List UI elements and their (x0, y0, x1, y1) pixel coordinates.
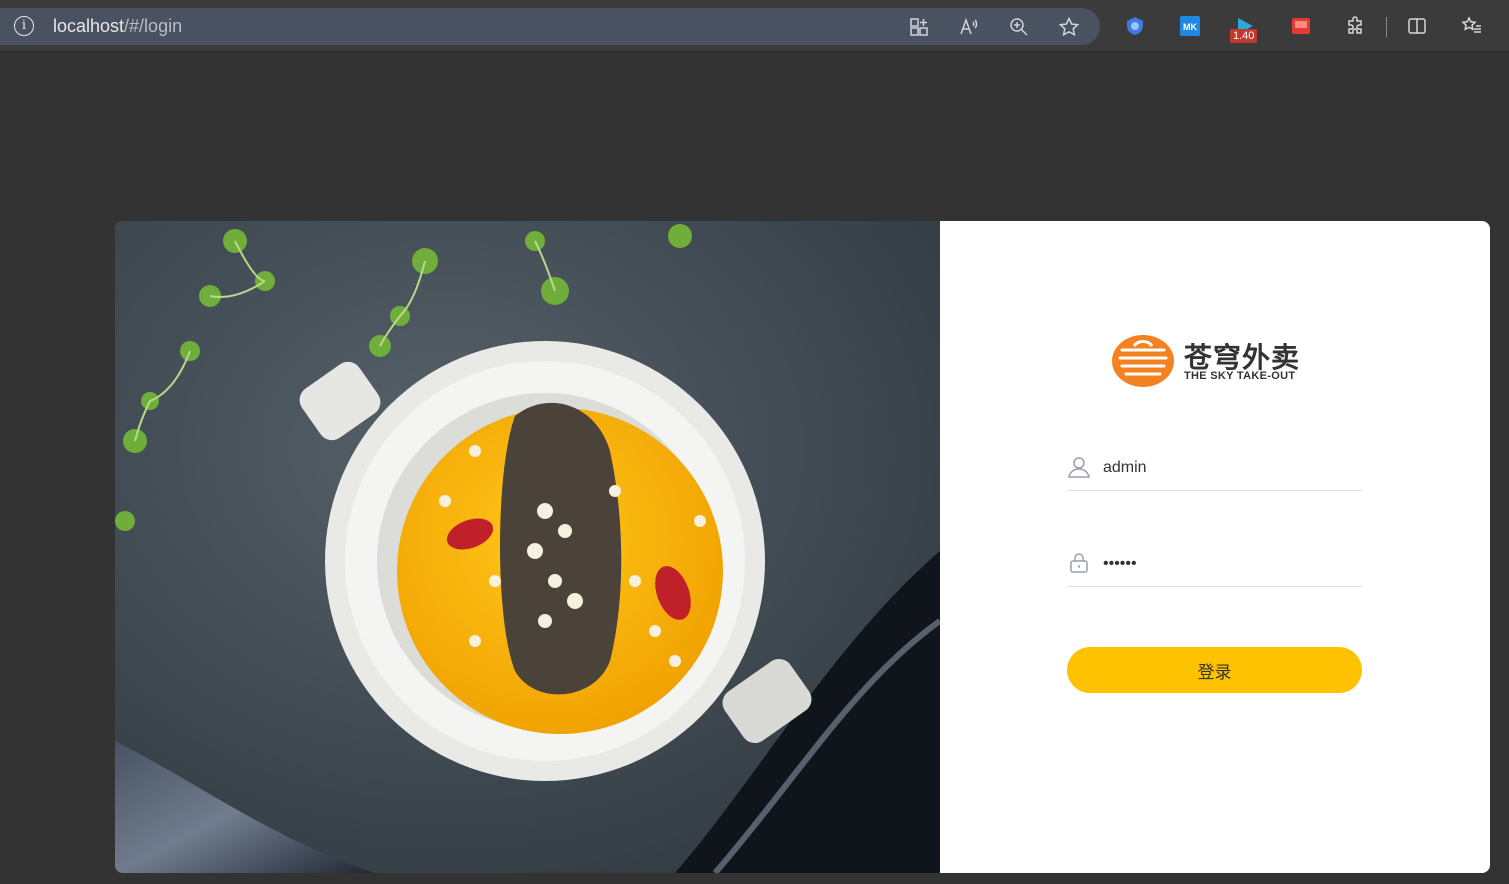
favorites-list-icon[interactable] (1461, 15, 1483, 37)
login-button[interactable]: 登录 (1067, 647, 1362, 693)
read-aloud-icon[interactable] (958, 16, 980, 38)
apps-icon[interactable] (908, 16, 930, 38)
extension-red-icon[interactable] (1290, 15, 1312, 37)
extension-badge: 1.40 (1230, 29, 1258, 43)
split-screen-icon[interactable] (1406, 15, 1428, 37)
food-photo-illustration (115, 221, 940, 873)
login-panel: 苍穹外卖 THE SKY TAKE-OUT 登录 (940, 221, 1490, 873)
password-input[interactable] (1103, 551, 1353, 577)
username-input[interactable] (1103, 455, 1353, 481)
extensions-puzzle-icon[interactable] (1345, 15, 1367, 37)
username-field (1067, 445, 1362, 491)
favorite-star-icon[interactable] (1058, 16, 1080, 38)
password-field (1067, 541, 1362, 587)
toolbar-separator (1386, 17, 1387, 37)
brand-logo: 苍穹外卖 THE SKY TAKE-OUT (1112, 332, 1322, 390)
browser-toolbar: i localhost/#/login MK 1.40 (0, 0, 1509, 52)
url-host: localhost (53, 16, 125, 36)
extension-shield-icon[interactable] (1124, 15, 1146, 37)
site-info-icon[interactable]: i (14, 16, 34, 36)
user-icon (1067, 455, 1091, 479)
food-hero-image (115, 221, 940, 873)
login-card: 苍穹外卖 THE SKY TAKE-OUT 登录 (115, 221, 1490, 873)
extension-mk-icon[interactable]: MK (1179, 15, 1201, 37)
svg-text:MK: MK (1183, 22, 1197, 32)
url-path: /#/login (124, 16, 183, 36)
url-text[interactable]: localhost/#/login (53, 16, 182, 37)
address-bar[interactable]: i localhost/#/login (0, 8, 1100, 45)
brand-logo-icon (1112, 335, 1174, 387)
zoom-icon[interactable] (1008, 16, 1030, 38)
brand-name-en: THE SKY TAKE-OUT (1184, 370, 1296, 382)
lock-icon (1067, 551, 1091, 575)
